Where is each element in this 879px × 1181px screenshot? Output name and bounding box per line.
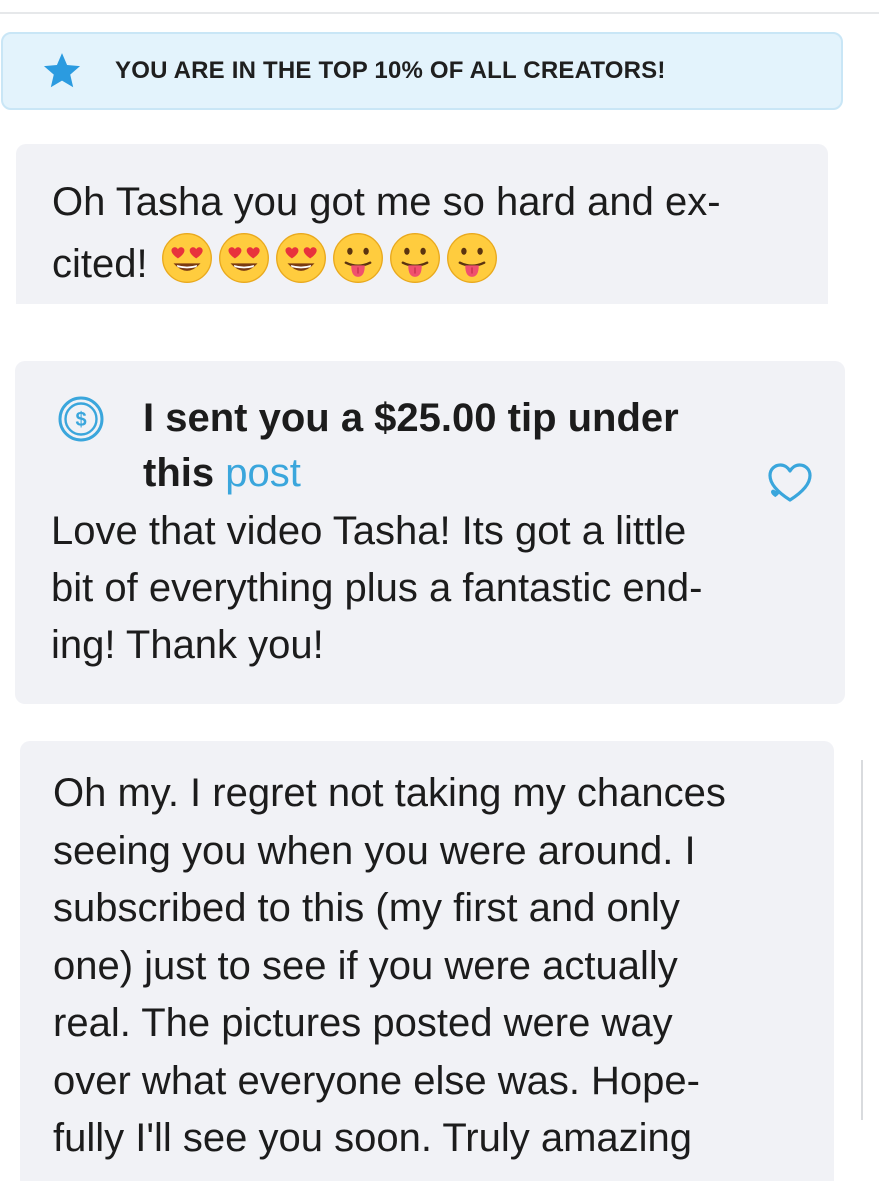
- top-creator-banner: YOU ARE IN THE TOP 10% OF ALL CREATORS!: [1, 32, 843, 110]
- message-line: Oh my. I regret not taking my chances: [53, 771, 726, 815]
- message-text: Oh Tasha you got me so hard and ex- cite…: [52, 174, 828, 293]
- message-line: fully I'll see you soon. Truly amazing: [53, 1116, 693, 1160]
- message-line: one) just to see if you were actually: [53, 943, 678, 988]
- banner-text: YOU ARE IN THE TOP 10% OF ALL CREATORS!: [115, 57, 666, 84]
- tongue-out-emoji: [332, 233, 383, 283]
- message-text: Love that video Tasha! Its got a little …: [51, 503, 845, 674]
- message-text: Oh my. I regret not taking my chances se…: [53, 765, 834, 1168]
- heart-eyes-emoji: [218, 233, 269, 283]
- message-line: seeing you when you were around. I: [53, 828, 696, 873]
- emoji-row: [160, 231, 499, 285]
- message-line: subscribed to this (my first and only: [53, 886, 680, 930]
- message-bubble[interactable]: Oh my. I regret not taking my chances se…: [20, 741, 834, 1181]
- heart-eyes-emoji: [161, 233, 212, 283]
- star-icon: [43, 53, 81, 88]
- heart-icon[interactable]: [761, 456, 819, 510]
- svg-text:$: $: [75, 409, 86, 431]
- message-line: real. The pictures posted were way: [53, 1001, 673, 1045]
- post-link[interactable]: post: [225, 451, 301, 495]
- message-bubble[interactable]: Oh Tasha you got me so hard and ex- cite…: [16, 144, 828, 304]
- message-line: bit of everything plus a fantastic end-: [51, 566, 703, 610]
- top-divider: [0, 12, 879, 14]
- tip-line-prefix: this: [143, 451, 226, 495]
- message-line-with-emojis: cited!: [52, 231, 828, 293]
- dollar-icon: $: [58, 396, 104, 442]
- message-line: cited!: [52, 242, 148, 286]
- tip-line-2: this post: [143, 446, 845, 501]
- message-line: ing! Thank you!: [51, 623, 324, 667]
- message-line: Oh Tasha you got me so hard and ex-: [52, 180, 721, 224]
- message-line: Love that video Tasha! Its got a little: [51, 509, 687, 553]
- tip-header: $ I sent you a $25.00 tip under this pos…: [51, 391, 845, 501]
- tongue-out-emoji: [389, 233, 440, 283]
- message-line: over what everyone else was. Hope-: [53, 1058, 700, 1103]
- tip-message-bubble[interactable]: $ I sent you a $25.00 tip under this pos…: [15, 361, 845, 704]
- tip-amount-text: I sent you a $25.00 tip under: [143, 396, 679, 440]
- heart-eyes-emoji: [275, 233, 326, 283]
- scroll-edge-divider: [861, 760, 863, 1120]
- tongue-out-emoji: [446, 233, 497, 283]
